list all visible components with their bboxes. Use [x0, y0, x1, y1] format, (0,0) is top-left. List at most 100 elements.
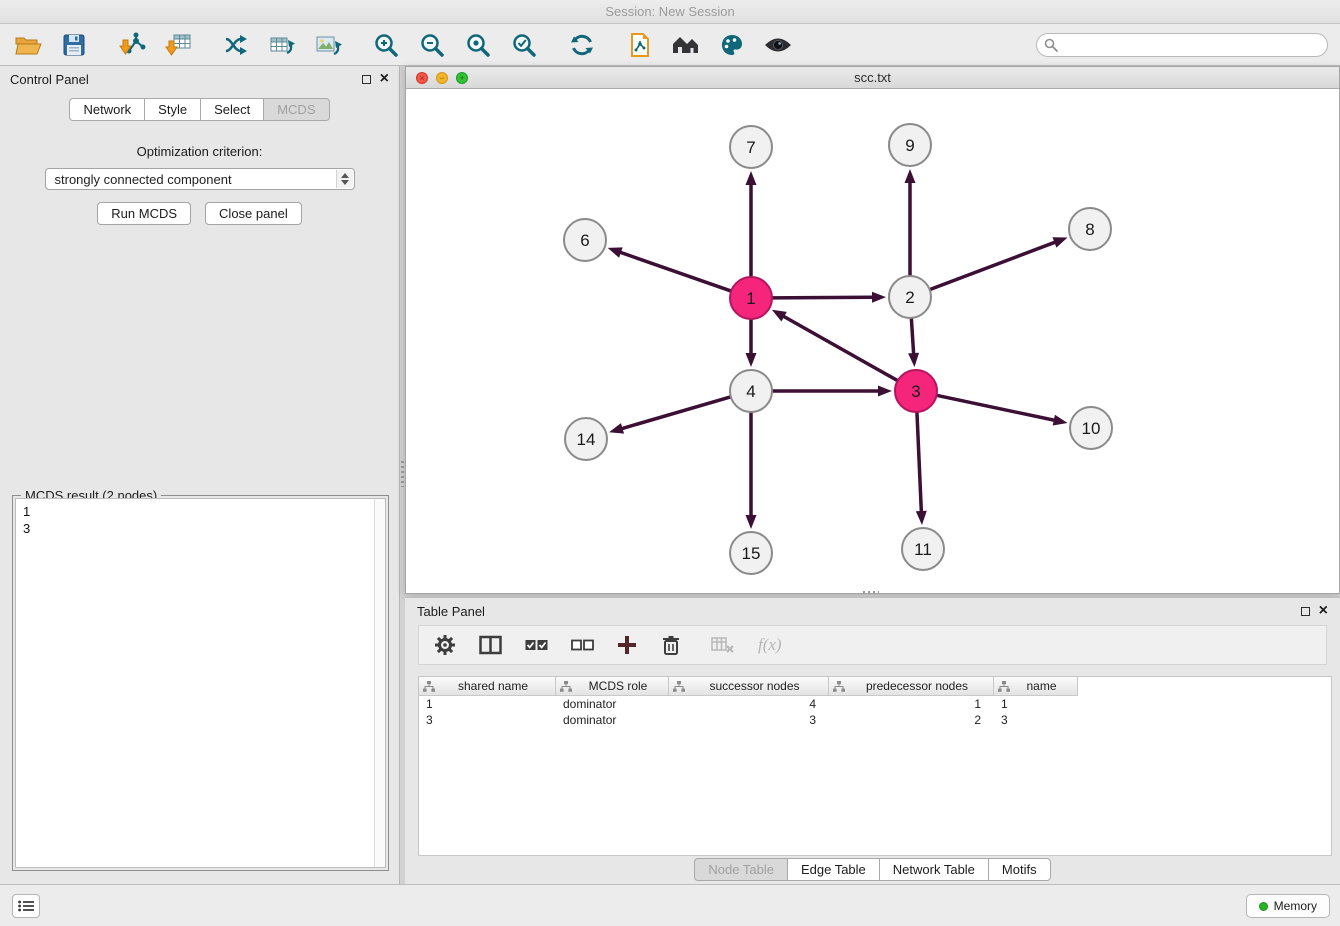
column-header-name[interactable]: name — [994, 677, 1078, 696]
table-cell: 3 — [669, 713, 829, 727]
export-table-button[interactable] — [266, 29, 298, 61]
home-button[interactable] — [670, 29, 702, 61]
open-session-button[interactable] — [12, 29, 44, 61]
zoom-fit-button[interactable] — [462, 29, 494, 61]
edge-2-8[interactable] — [930, 242, 1055, 289]
search-input[interactable] — [1036, 33, 1328, 57]
memory-button[interactable]: Memory — [1246, 894, 1330, 918]
column-header-successor-nodes[interactable]: successor nodes — [669, 677, 829, 696]
tab-mcds[interactable]: MCDS — [263, 98, 329, 121]
tab-style[interactable]: Style — [144, 98, 200, 121]
float-table-panel-icon[interactable] — [1301, 607, 1310, 616]
create-column-button[interactable] — [617, 632, 637, 658]
deselect-all-button[interactable] — [571, 632, 594, 658]
node-11[interactable]: 11 — [902, 528, 944, 570]
copy-style-button[interactable] — [624, 29, 656, 61]
node-14[interactable]: 14 — [565, 418, 607, 460]
tab-network[interactable]: Network — [69, 98, 144, 121]
close-window-icon[interactable]: × — [416, 72, 428, 84]
close-panel-button[interactable]: Close panel — [205, 202, 302, 225]
fx-icon: f(x) — [758, 635, 782, 655]
node-1[interactable]: 1 — [730, 277, 772, 319]
table-settings-button[interactable] — [434, 632, 456, 658]
edge-1-2[interactable] — [772, 297, 872, 298]
close-panel-icon[interactable]: × — [380, 73, 389, 85]
function-builder-button[interactable]: f(x) — [758, 632, 782, 658]
status-bar: Memory — [0, 884, 1340, 926]
panel-menu-button[interactable] — [12, 894, 40, 918]
node-label: 15 — [742, 544, 761, 563]
dropdown-arrows-icon — [336, 170, 353, 188]
toolbar-group-zoom — [370, 29, 540, 61]
edge-3-10[interactable] — [937, 395, 1054, 420]
table-row[interactable]: 3dominator323 — [419, 712, 1331, 728]
delete-columns-button[interactable] — [711, 632, 735, 658]
show-hide-button[interactable] — [762, 29, 794, 61]
import-network-button[interactable] — [116, 29, 148, 61]
close-table-panel-icon[interactable]: × — [1319, 605, 1328, 617]
refresh-button[interactable] — [566, 29, 598, 61]
export-image-button[interactable] — [312, 29, 344, 61]
mcds-result-list[interactable]: 1 3 — [15, 498, 386, 868]
float-panel-icon[interactable] — [362, 75, 371, 84]
column-header-MCDS-role[interactable]: MCDS role — [556, 677, 669, 696]
select-all-button[interactable] — [525, 632, 548, 658]
node-6[interactable]: 6 — [564, 219, 606, 261]
tab-node-table[interactable]: Node Table — [694, 858, 787, 881]
style-badge-button[interactable] — [716, 29, 748, 61]
delete-rows-button[interactable] — [660, 632, 682, 658]
zoom-out-button[interactable] — [416, 29, 448, 61]
node-label: 8 — [1085, 220, 1094, 239]
tab-edge-table[interactable]: Edge Table — [787, 858, 879, 881]
criterion-dropdown[interactable]: strongly connected component — [45, 168, 355, 190]
edge-4-14[interactable] — [622, 397, 730, 429]
import-network-icon — [119, 32, 146, 57]
memory-status-icon — [1259, 902, 1268, 911]
network-share-button[interactable] — [220, 29, 252, 61]
control-panel-header: Control Panel × — [0, 66, 399, 92]
arrowhead-2-8 — [1053, 237, 1068, 247]
minimize-window-icon[interactable]: − — [436, 72, 448, 84]
network-window-titlebar[interactable]: × − + scc.txt — [406, 67, 1339, 89]
column-header-predecessor-nodes[interactable]: predecessor nodes — [829, 677, 994, 696]
run-mcds-button[interactable]: Run MCDS — [97, 202, 191, 225]
edge-1-6[interactable] — [621, 253, 731, 292]
node-9[interactable]: 9 — [889, 124, 931, 166]
node-label: 4 — [746, 382, 755, 401]
tab-motifs[interactable]: Motifs — [988, 858, 1051, 881]
save-session-button[interactable] — [58, 29, 90, 61]
home-icon — [672, 35, 700, 55]
arrowhead-1-2 — [872, 292, 886, 303]
zoom-selected-icon — [511, 32, 537, 58]
tab-network-table[interactable]: Network Table — [879, 858, 988, 881]
result-scrollbar[interactable] — [374, 499, 385, 867]
zoom-in-button[interactable] — [370, 29, 402, 61]
node-8[interactable]: 8 — [1069, 208, 1111, 250]
node-2[interactable]: 2 — [889, 276, 931, 318]
node-15[interactable]: 15 — [730, 532, 772, 574]
node-4[interactable]: 4 — [730, 370, 772, 412]
column-header-shared-name[interactable]: shared name — [419, 677, 556, 696]
edge-3-1[interactable] — [784, 317, 898, 381]
divider-handle[interactable] — [401, 461, 404, 487]
tab-select[interactable]: Select — [200, 98, 263, 121]
toolbar-group-refresh — [566, 29, 598, 61]
node-label: 11 — [914, 540, 932, 559]
table-toolbar: f(x) — [418, 625, 1327, 665]
result-line: 3 — [23, 520, 378, 537]
maximize-window-icon[interactable]: + — [456, 72, 468, 84]
refresh-icon — [569, 32, 595, 58]
horizontal-divider-handle[interactable] — [863, 591, 879, 594]
table-row[interactable]: 1dominator411 — [419, 696, 1331, 712]
node-3[interactable]: 3 — [895, 370, 937, 412]
node-10[interactable]: 10 — [1070, 407, 1112, 449]
network-graph[interactable]: 1 2 3 4 6 7 8 9 10 11 14 15 — [406, 89, 1339, 593]
node-label: 14 — [577, 430, 596, 449]
zoom-selected-button[interactable] — [508, 29, 540, 61]
split-panel-button[interactable] — [479, 632, 502, 658]
edge-2-3[interactable] — [911, 318, 913, 353]
toolbar-group-import — [116, 29, 194, 61]
import-table-button[interactable] — [162, 29, 194, 61]
edge-3-11[interactable] — [917, 412, 921, 511]
node-7[interactable]: 7 — [730, 126, 772, 168]
